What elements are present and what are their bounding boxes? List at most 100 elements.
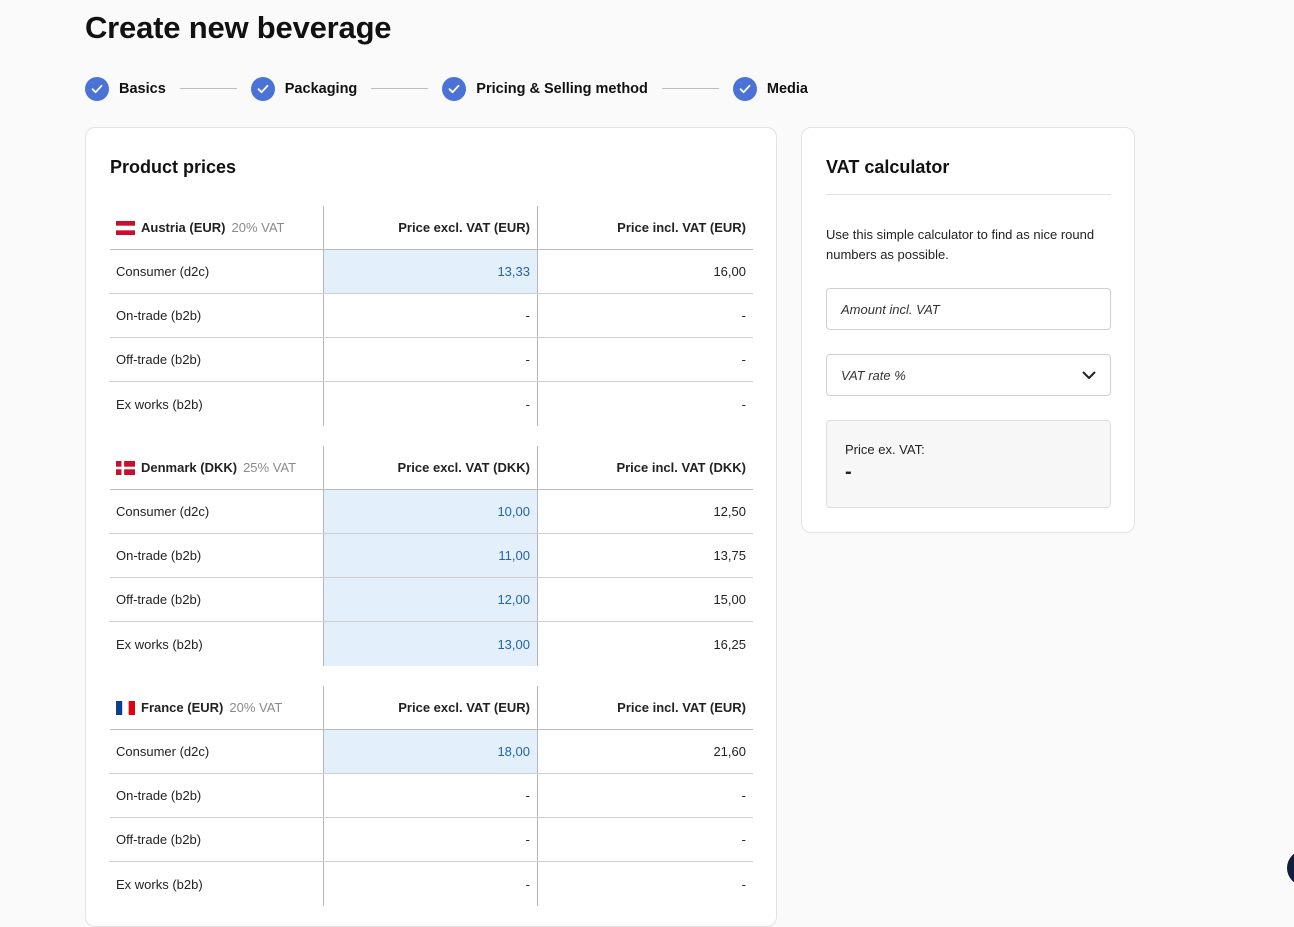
price-incl-value: - <box>741 352 746 367</box>
table-row: Consumer (d2c) 18,00 21,60 <box>110 730 753 774</box>
step-label: Pricing & Selling method <box>476 80 648 97</box>
column-header: Price incl. VAT (EUR) <box>617 700 746 715</box>
price-incl-value: 16,00 <box>713 264 746 279</box>
divider <box>826 194 1111 195</box>
row-label: Off-trade (b2b) <box>110 818 324 861</box>
country-name: France (EUR) <box>141 700 224 715</box>
vat-rate: 25% VAT <box>243 460 297 475</box>
table-row: Consumer (d2c) 13,33 16,00 <box>110 250 753 294</box>
country-name: Denmark (DKK) <box>141 460 238 475</box>
row-label: Ex works (b2b) <box>110 382 324 426</box>
table-row: On-trade (b2b) - - <box>110 774 753 818</box>
price-incl-value: - <box>741 832 746 847</box>
select-placeholder: VAT rate % <box>841 367 906 383</box>
price-excl-input[interactable]: - <box>324 294 538 337</box>
result-box: Price ex. VAT: - <box>826 420 1111 508</box>
denmark-flag-icon <box>116 460 135 475</box>
row-label: Ex works (b2b) <box>110 622 324 666</box>
row-label: Ex works (b2b) <box>110 862 324 906</box>
row-label: On-trade (b2b) <box>110 774 324 817</box>
price-excl-input[interactable]: - <box>324 338 538 381</box>
step-connector <box>661 88 719 89</box>
price-incl-value: - <box>741 308 746 323</box>
france-flag-icon <box>116 700 135 715</box>
amount-incl-vat-input[interactable]: Amount incl. VAT <box>826 288 1111 330</box>
row-label: On-trade (b2b) <box>110 294 324 337</box>
step-connector <box>179 88 237 89</box>
table-row: Off-trade (b2b) 12,00 15,00 <box>110 578 753 622</box>
step-connector <box>371 88 429 89</box>
table-row: Ex works (b2b) - - <box>110 862 753 906</box>
table-row: Off-trade (b2b) - - <box>110 338 753 382</box>
step-label: Basics <box>119 80 166 97</box>
column-header: Price excl. VAT (DKK) <box>324 446 538 489</box>
product-prices-card: Product prices Austria (EUR) 20% VAT Pri… <box>85 127 777 927</box>
vat-calculator-card: VAT calculator Use this simple calculato… <box>801 127 1135 533</box>
country-table-france: France (EUR) 20% VAT Price excl. VAT (EU… <box>110 686 753 906</box>
price-incl-value: - <box>741 396 746 412</box>
vat-rate: 20% VAT <box>229 700 283 715</box>
price-excl-input[interactable]: - <box>324 382 538 426</box>
step-label: Packaging <box>284 80 358 97</box>
card-title: Product prices <box>110 157 237 177</box>
price-incl-value: 15,00 <box>713 592 746 607</box>
price-incl-value: - <box>741 788 746 803</box>
column-header: Price incl. VAT (EUR) <box>617 220 746 235</box>
step-label: Media <box>766 80 808 97</box>
check-icon <box>442 76 467 101</box>
result-label: Price ex. VAT: <box>845 442 925 457</box>
vat-rate: 20% VAT <box>231 220 285 235</box>
result-value: - <box>845 461 852 483</box>
step-pricing[interactable]: Pricing & Selling method <box>442 76 648 101</box>
price-incl-value: 16,25 <box>713 636 746 652</box>
row-label: Consumer (d2c) <box>110 730 324 773</box>
table-header: France (EUR) 20% VAT Price excl. VAT (EU… <box>110 686 753 730</box>
card-title: VAT calculator <box>826 157 950 177</box>
price-excl-input[interactable]: 13,33 <box>324 250 538 293</box>
step-media[interactable]: Media <box>732 76 808 101</box>
country-table-austria: Austria (EUR) 20% VAT Price excl. VAT (E… <box>110 206 753 426</box>
table-row: Ex works (b2b) 13,00 16,25 <box>110 622 753 666</box>
country-header: Denmark (DKK) 25% VAT <box>110 446 324 489</box>
row-label: On-trade (b2b) <box>110 534 324 577</box>
price-excl-input[interactable]: - <box>324 862 538 906</box>
input-placeholder: Amount incl. VAT <box>841 301 940 317</box>
check-icon <box>85 76 109 101</box>
table-row: Consumer (d2c) 10,00 12,50 <box>110 490 753 534</box>
row-label: Off-trade (b2b) <box>110 338 324 381</box>
price-incl-value: - <box>741 876 746 892</box>
calculator-description: Use this simple calculator to find as ni… <box>826 227 1095 262</box>
check-icon <box>732 76 757 101</box>
price-excl-input[interactable]: 12,00 <box>324 578 538 621</box>
price-excl-input[interactable]: 18,00 <box>324 730 538 773</box>
price-excl-input[interactable]: 11,00 <box>324 534 538 577</box>
table-row: On-trade (b2b) 11,00 13,75 <box>110 534 753 578</box>
price-excl-input[interactable]: - <box>324 818 538 861</box>
country-table-denmark: Denmark (DKK) 25% VAT Price excl. VAT (D… <box>110 446 753 666</box>
table-row: Ex works (b2b) - - <box>110 382 753 426</box>
row-label: Consumer (d2c) <box>110 250 324 293</box>
austria-flag-icon <box>116 220 135 235</box>
column-header: Price excl. VAT (EUR) <box>324 686 538 729</box>
page-title: Create new beverage <box>85 10 392 45</box>
column-header: Price incl. VAT (DKK) <box>616 460 746 475</box>
step-packaging[interactable]: Packaging <box>250 76 358 101</box>
price-incl-value: 21,60 <box>713 744 746 759</box>
table-header: Denmark (DKK) 25% VAT Price excl. VAT (D… <box>110 446 753 490</box>
country-header: France (EUR) 20% VAT <box>110 686 324 729</box>
vat-rate-select[interactable]: VAT rate % <box>826 354 1111 396</box>
progress-stepper: Basics Packaging Pricing & Selling metho… <box>85 76 808 101</box>
price-excl-input[interactable]: 10,00 <box>324 490 538 533</box>
price-excl-input[interactable]: 13,00 <box>324 622 538 666</box>
column-header: Price excl. VAT (EUR) <box>324 206 538 249</box>
step-basics[interactable]: Basics <box>85 76 166 101</box>
country-name: Austria (EUR) <box>141 220 226 235</box>
price-incl-value: 13,75 <box>713 548 746 563</box>
chat-launcher-button[interactable] <box>1287 850 1294 886</box>
chevron-down-icon <box>1082 368 1096 383</box>
table-row: Off-trade (b2b) - - <box>110 818 753 862</box>
price-excl-input[interactable]: - <box>324 774 538 817</box>
table-header: Austria (EUR) 20% VAT Price excl. VAT (E… <box>110 206 753 250</box>
country-header: Austria (EUR) 20% VAT <box>110 206 324 249</box>
check-icon <box>250 76 275 101</box>
